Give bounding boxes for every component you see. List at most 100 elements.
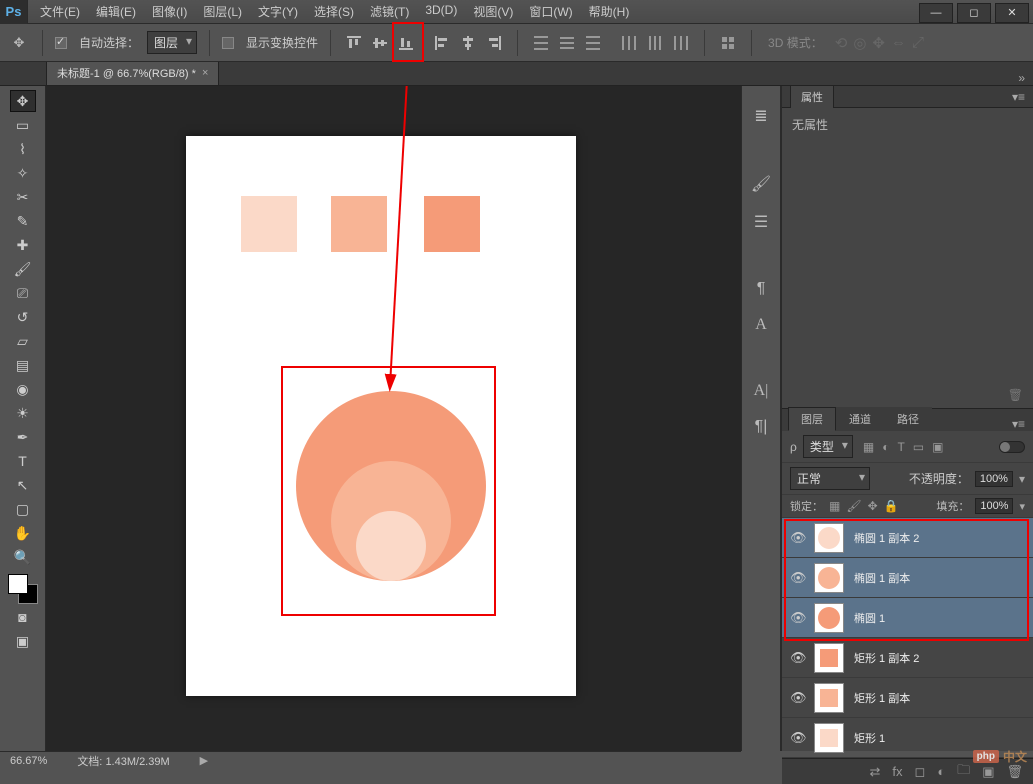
shape-tool[interactable]: ▢ [10, 498, 36, 520]
align-right-button[interactable] [483, 32, 505, 54]
layer-row[interactable]: 👁矩形 1 副本 2 [782, 638, 1033, 678]
menu-type[interactable]: 文字(Y) [250, 0, 306, 24]
color-swatches[interactable] [8, 574, 38, 604]
align-top-button[interactable] [343, 32, 365, 54]
eraser-tool[interactable]: ▱ [10, 330, 36, 352]
minimize-button[interactable]: — [919, 3, 953, 23]
layer-row[interactable]: 👁椭圆 1 副本 2 [782, 518, 1033, 558]
filter-shape-icon[interactable]: ▭ [913, 440, 924, 454]
adjustment-layer-icon[interactable]: ◐ [937, 764, 945, 779]
show-transform-checkbox[interactable] [222, 37, 234, 49]
menu-edit[interactable]: 编辑(E) [88, 0, 144, 24]
3d-scale-icon[interactable]: ⤢ [912, 34, 924, 52]
layer-group-icon[interactable]: 🗀 [957, 761, 970, 783]
menu-help[interactable]: 帮助(H) [581, 0, 638, 24]
distribute-hcenter-button[interactable] [644, 32, 666, 54]
status-arrow-icon[interactable]: ▶ [200, 754, 208, 767]
filter-pixel-icon[interactable]: ▦ [863, 440, 874, 454]
menu-layer[interactable]: 图层(L) [195, 0, 250, 24]
magic-wand-tool[interactable]: ✧ [10, 162, 36, 184]
layer-visibility-icon[interactable]: 👁 [790, 650, 804, 666]
menu-image[interactable]: 图像(I) [144, 0, 195, 24]
lasso-tool[interactable]: ⌇ [10, 138, 36, 160]
menu-filter[interactable]: 滤镜(T) [362, 0, 417, 24]
layers-panel-menu-icon[interactable]: ▾≡ [1004, 417, 1033, 431]
distribute-bottom-button[interactable] [582, 32, 604, 54]
hand-tool[interactable]: ✋ [10, 522, 36, 544]
layer-row[interactable]: 👁椭圆 1 [782, 598, 1033, 638]
layer-mask-icon[interactable]: ◻ [915, 764, 926, 780]
tab-layers[interactable]: 图层 [788, 407, 836, 431]
dock-character-icon[interactable]: A [755, 316, 767, 334]
dock-paragraph-icon[interactable]: ¶ [757, 280, 766, 298]
foreground-color-swatch[interactable] [8, 574, 28, 594]
align-vcenter-button[interactable] [369, 32, 391, 54]
layer-row[interactable]: 👁椭圆 1 副本 [782, 558, 1033, 598]
document-tab-close-icon[interactable]: × [202, 67, 208, 79]
dock-brush-icon[interactable]: 🖌 [751, 174, 771, 194]
filter-smart-icon[interactable]: ▣ [932, 440, 943, 454]
menu-file[interactable]: 文件(E) [32, 0, 88, 24]
history-brush-tool[interactable]: ↺ [10, 306, 36, 328]
distribute-right-button[interactable] [670, 32, 692, 54]
move-tool[interactable]: ✥ [10, 90, 36, 112]
menu-3d[interactable]: 3D(D) [417, 0, 465, 24]
blend-mode-dropdown[interactable]: 正常 [790, 467, 870, 490]
3d-roll-icon[interactable]: ◎ [853, 34, 866, 52]
filter-type-icon[interactable]: T [897, 440, 904, 454]
menu-view[interactable]: 视图(V) [465, 0, 521, 24]
3d-slide-icon[interactable]: ⇔ [891, 34, 906, 52]
close-button[interactable]: ✕ [995, 3, 1029, 23]
pen-tool[interactable]: ✒ [10, 426, 36, 448]
filter-adjust-icon[interactable]: ◐ [882, 440, 889, 454]
quick-mask-toggle[interactable]: ◙ [10, 606, 36, 628]
layer-visibility-icon[interactable]: 👁 [790, 610, 804, 626]
distribute-vcenter-button[interactable] [556, 32, 578, 54]
zoom-tool[interactable]: 🔍 [10, 546, 36, 568]
tab-channels[interactable]: 通道 [836, 407, 884, 431]
distribute-left-button[interactable] [618, 32, 640, 54]
lock-all-icon[interactable]: 🔒 [884, 499, 899, 513]
eyedropper-tool[interactable]: ✎ [10, 210, 36, 232]
3d-orbit-icon[interactable]: ⟲ [835, 34, 848, 52]
properties-tab[interactable]: 属性 [790, 85, 834, 108]
dock-para-styles-icon[interactable]: ¶| [755, 418, 768, 436]
dock-char-styles-icon[interactable]: A| [754, 382, 769, 400]
layer-row[interactable]: 👁矩形 1 副本 [782, 678, 1033, 718]
gradient-tool[interactable]: ▤ [10, 354, 36, 376]
dodge-tool[interactable]: ☀ [10, 402, 36, 424]
lock-position-icon[interactable]: ✥ [868, 499, 878, 513]
auto-select-dropdown[interactable]: 图层 [147, 31, 197, 54]
lock-transparency-icon[interactable]: ▦ [829, 499, 840, 513]
layer-visibility-icon[interactable]: 👁 [790, 570, 804, 586]
status-zoom[interactable]: 66.67% [10, 755, 47, 767]
tab-overflow-button[interactable]: » [1010, 71, 1033, 85]
dock-history-icon[interactable]: ≣ [754, 106, 767, 126]
opacity-value[interactable]: 100% [975, 471, 1013, 487]
delete-layer-icon[interactable]: 🗑 [1006, 764, 1023, 780]
menu-window[interactable]: 窗口(W) [521, 0, 580, 24]
auto-align-button[interactable] [717, 32, 739, 54]
clone-stamp-tool[interactable]: ⎚ [10, 282, 36, 304]
document-tab[interactable]: 未标题-1 @ 66.7%(RGB/8) * × [46, 60, 219, 85]
maximize-button[interactable]: ◻ [957, 3, 991, 23]
align-bottom-button[interactable] [395, 32, 417, 54]
marquee-tool[interactable]: ▭ [10, 114, 36, 136]
new-layer-icon[interactable]: ▣ [982, 764, 994, 780]
3d-pan-icon[interactable]: ✥ [872, 34, 885, 52]
properties-panel-menu-icon[interactable]: ▾≡ [1012, 90, 1025, 104]
properties-trash-icon[interactable]: 🗑 [1008, 388, 1023, 402]
type-tool[interactable]: T [10, 450, 36, 472]
layer-fx-icon[interactable]: fx [892, 764, 902, 779]
layer-visibility-icon[interactable]: 👁 [790, 530, 804, 546]
lock-pixels-icon[interactable]: 🖌 [846, 499, 861, 513]
layer-visibility-icon[interactable]: 👁 [790, 690, 804, 706]
canvas-area[interactable] [46, 86, 741, 751]
tab-paths[interactable]: 路径 [884, 407, 932, 431]
blur-tool[interactable]: ◉ [10, 378, 36, 400]
dock-brush-presets-icon[interactable]: ☰ [754, 212, 768, 232]
link-layers-icon[interactable]: ⇄ [869, 764, 880, 780]
menu-select[interactable]: 选择(S) [306, 0, 362, 24]
layers-filter-dropdown[interactable]: 类型 [803, 435, 853, 458]
align-hcenter-button[interactable] [457, 32, 479, 54]
